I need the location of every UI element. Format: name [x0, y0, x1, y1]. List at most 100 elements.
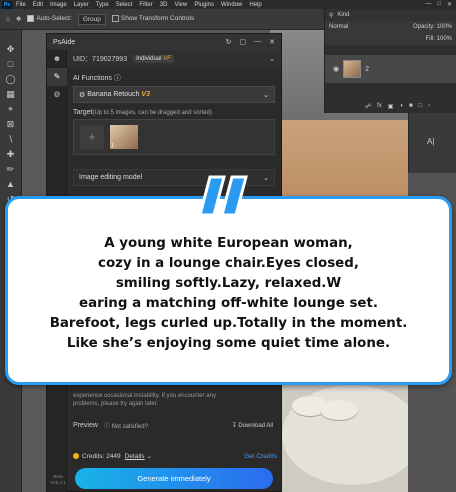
target-image-thumbnail[interactable]: 1 [110, 125, 138, 149]
quote-line: smiling softly.Lazy, relaxed.W [115, 276, 342, 291]
account-type: Individual [136, 55, 162, 62]
move-tool-icon[interactable]: ✥ [5, 44, 17, 55]
menu-view[interactable]: View [174, 2, 187, 8]
fill-control[interactable]: Fill: 100% [426, 36, 452, 42]
close-panel-icon[interactable]: ✕ [269, 38, 275, 46]
auto-select-dropdown[interactable]: Group [77, 13, 106, 25]
target-hint: (Up to 5 images, can be dragged and sort… [92, 110, 212, 116]
menu-help[interactable]: Help [249, 2, 261, 8]
preview-row: Preview ⓘ Not satisfied? ↧ Download All [73, 421, 273, 430]
auto-select-checkbox[interactable] [27, 15, 35, 23]
download-all-button[interactable]: ↧ Download All [232, 422, 273, 429]
menu-filter[interactable]: Filter [139, 2, 152, 8]
refresh-icon[interactable]: ↻ [226, 38, 232, 46]
character-panel-icon[interactable]: A| [427, 137, 456, 146]
credits-details-link[interactable]: Details [125, 453, 145, 460]
lasso-tool-icon[interactable]: ◯ [5, 74, 17, 85]
not-satisfied-text: Not satisfied? [111, 424, 148, 430]
psaide-header-icons: ↻ ▢ — ✕ [226, 38, 275, 46]
home-icon[interactable]: ⌂ [6, 16, 10, 23]
adjustment-icon[interactable]: ◑ [399, 103, 403, 110]
stamp-tool-icon[interactable]: ▲ [5, 179, 17, 190]
menu-image[interactable]: Image [50, 2, 67, 8]
edit-icon[interactable]: ✎ [47, 68, 67, 86]
brush-tool-icon[interactable]: ✏ [5, 164, 17, 175]
options-bar: ⌂ ✥ Auto-Select: Group Show Transform Co… [0, 9, 324, 30]
new-layer-icon[interactable]: □ [419, 103, 423, 110]
move-tool-icon[interactable]: ✥ [16, 15, 21, 23]
quote-line: A young white European woman, [104, 236, 353, 251]
ai-functions-label: AI Functions [73, 75, 112, 82]
side-panel-strip: A| [408, 113, 456, 173]
function-icon: ⚙ [79, 91, 88, 99]
notice-line-1: experience occasional instability. If yo… [73, 393, 216, 399]
show-transform-label: Show Transform Controls [120, 15, 195, 23]
menu-3d[interactable]: 3D [160, 2, 168, 8]
info-icon[interactable]: ⓘ [114, 75, 121, 82]
quote-line: Barefoot, legs curled up.Totally in the … [49, 316, 408, 331]
menu-layer[interactable]: Layer [74, 2, 89, 8]
show-transform-checkbox[interactable] [111, 15, 119, 23]
account-badge: Individual VF [133, 54, 174, 63]
menu-type[interactable]: Type [96, 2, 109, 8]
get-credits-link[interactable]: Get Credits [244, 453, 277, 460]
download-all-label: Download All [238, 423, 273, 429]
menu-window[interactable]: Window [221, 2, 242, 8]
model-label: Image editing model [79, 174, 143, 181]
layers-actions: ☍ fx ▣ ◑ ■ □ ▫ [365, 103, 430, 110]
mask-icon[interactable]: ▣ [388, 103, 394, 110]
chevron-down-icon: ⌄ [263, 174, 269, 182]
object-select-icon[interactable]: ▦ [5, 89, 17, 100]
minimize-panel-icon[interactable]: — [254, 38, 261, 46]
expand-icon[interactable]: ▢ [240, 38, 247, 46]
group-folder-icon[interactable]: ■ [409, 103, 413, 110]
menu-edit[interactable]: Edit [33, 2, 43, 8]
notice-line-2: problems, please try again later. [73, 401, 159, 407]
function-version: V3 [141, 91, 150, 98]
eyedropper-icon[interactable]: ∖ [5, 134, 17, 145]
menu-bar: Ps File Edit Image Layer Type Select Fil… [0, 0, 456, 9]
quote-line: cozy in a lounge chair.Eyes closed, [98, 256, 359, 271]
crop-tool-icon[interactable]: ⌖ [5, 104, 17, 115]
layers-panel: ⚲ Kind Normal Opacity: 100% Fill: 100% ◉… [324, 9, 456, 113]
menu-select[interactable]: Select [116, 2, 133, 8]
marquee-tool-icon[interactable]: □ [5, 59, 17, 70]
minimize-icon[interactable]: — [425, 1, 431, 8]
chevron-down-icon[interactable]: ⌄ [269, 55, 275, 63]
menu-plugins[interactable]: Plugins [194, 2, 214, 8]
auto-select-control[interactable]: Auto-Select: [27, 15, 72, 23]
add-image-icon[interactable]: + [80, 125, 104, 149]
opacity-value[interactable]: 100% [437, 24, 452, 30]
blend-mode-select[interactable]: Normal [329, 24, 348, 30]
blend-row: Normal Opacity: 100% [325, 21, 456, 33]
healing-brush-icon[interactable]: ✚ [5, 149, 17, 160]
user-icon[interactable]: ☻ [47, 50, 67, 68]
maximize-icon[interactable]: □ [437, 1, 441, 8]
link-layers-icon[interactable]: ☍ [365, 103, 371, 110]
quote-text: A young white European woman, cozy in a … [8, 234, 449, 354]
layer-kind-filter[interactable]: Kind [337, 12, 349, 18]
target-heading: Target(Up to 5 images, can be dragged an… [67, 103, 281, 119]
photo-slipper-right [320, 400, 358, 420]
layers-filter-row: ⚲ Kind [325, 9, 456, 21]
close-window-icon[interactable]: ✕ [447, 1, 452, 8]
ai-function-select[interactable]: ⚙ Banana Retouch V3 ⌄ [73, 86, 275, 103]
auto-select-label: Auto-Select: [36, 15, 72, 23]
fx-icon[interactable]: fx [377, 103, 382, 110]
show-transform-control[interactable]: Show Transform Controls [111, 15, 195, 23]
fill-value[interactable]: 100% [437, 36, 452, 42]
delete-layer-icon[interactable]: ▫ [428, 103, 430, 110]
settings-gear-icon[interactable]: ⚙ [47, 86, 67, 104]
opacity-control[interactable]: Opacity: 100% [413, 24, 452, 30]
layer-item[interactable]: ◉ 2 [325, 55, 456, 83]
instability-notice: experience occasional instability. If yo… [73, 392, 273, 408]
search-icon[interactable]: ⚲ [329, 12, 333, 19]
frame-tool-icon[interactable]: ⊠ [5, 119, 17, 130]
target-label: Target [73, 109, 93, 116]
menu-file[interactable]: File [16, 2, 26, 8]
visibility-eye-icon[interactable]: ◉ [333, 65, 339, 73]
generate-button[interactable]: Generate immediately [75, 468, 273, 489]
chevron-down-icon[interactable]: ⌄ [147, 452, 152, 460]
not-satisfied-link[interactable]: ⓘ Not satisfied? [104, 421, 148, 430]
target-images-box[interactable]: + 1 [73, 119, 275, 155]
